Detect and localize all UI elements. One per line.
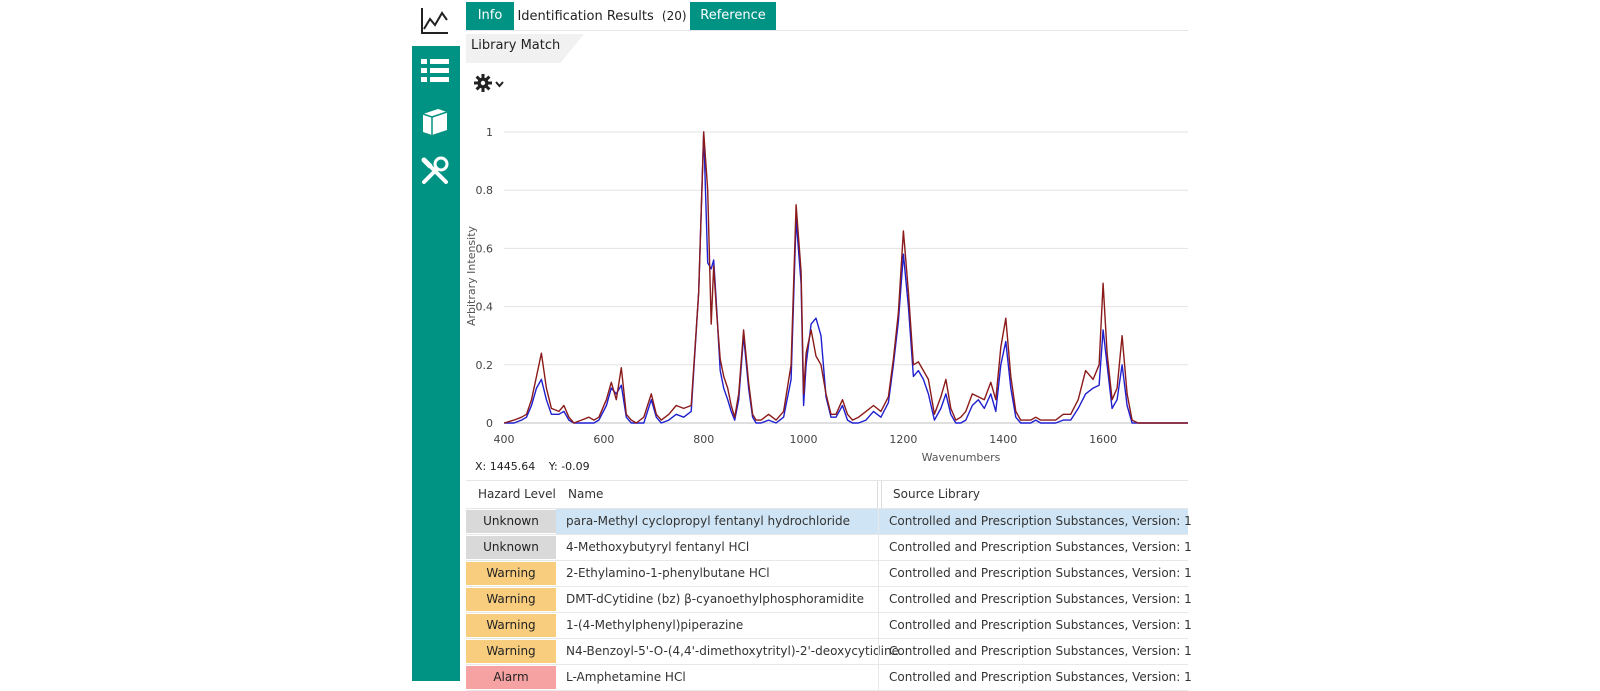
spectrum-chart-icon[interactable]: [418, 5, 452, 37]
series-line-blue: [504, 131, 1188, 424]
substance-name: DMT-dCytidine (bz) β-cyanoethylphosphora…: [566, 592, 864, 606]
results-table: Hazard Level Name Source Library Unknown…: [466, 480, 1192, 691]
subtab-label: Library Match: [471, 38, 561, 53]
substance-name: 1-(4-Methylphenyl)piperazine: [566, 618, 744, 632]
source-library: Controlled and Prescription Substances, …: [878, 665, 1192, 690]
x-tick-label: 400: [494, 433, 515, 446]
x-tick-label: 800: [693, 433, 714, 446]
tab-divider: [466, 30, 1188, 31]
x-axis-label: Wavenumbers: [922, 451, 1001, 464]
x-tick-label: 600: [593, 433, 614, 446]
table-row[interactable]: Warning DMT-dCytidine (bz) β-cyanoethylph…: [466, 587, 1192, 613]
hazard-level-badge: Alarm: [466, 666, 556, 689]
x-tick-label: 1200: [889, 433, 917, 446]
source-library: Controlled and Prescription Substances, …: [878, 639, 1192, 664]
source-library: Controlled and Prescription Substances, …: [878, 613, 1192, 638]
column-divider[interactable]: [881, 481, 882, 508]
header-source-library[interactable]: Source Library: [893, 481, 980, 507]
table-row[interactable]: Unknown 4-Methoxybutyryl fentanyl HCl Cont…: [466, 535, 1192, 561]
settings-dropdown[interactable]: [473, 73, 509, 95]
header-hazard-level[interactable]: Hazard Level: [478, 481, 556, 507]
tab-info[interactable]: Info: [466, 2, 514, 30]
hazard-level-badge: Warning: [466, 614, 556, 637]
y-tick-label: 0: [486, 417, 493, 430]
header-name[interactable]: Name: [568, 481, 603, 507]
column-divider[interactable]: [877, 481, 878, 508]
x-tick-label: 1600: [1089, 433, 1117, 446]
hazard-level-badge: Warning: [466, 562, 556, 585]
book-icon[interactable]: [420, 106, 450, 136]
substance-name: N4-Benzoyl-5'-O-(4,4'-dimethoxytrityl)-2…: [566, 644, 899, 658]
y-tick-label: 0.4: [476, 301, 494, 314]
x-tick-label: 1000: [790, 433, 818, 446]
y-tick-label: 1: [486, 126, 493, 139]
hazard-level-badge: Unknown: [466, 510, 556, 533]
table-row[interactable]: Unknown para-Methyl cyclopropyl fentanyl …: [466, 509, 1192, 535]
cursor-y: Y: -0.09: [548, 460, 590, 473]
gear-icon: [474, 74, 492, 92]
y-tick-label: 0.2: [476, 359, 494, 372]
hazard-level-badge: Warning: [466, 640, 556, 663]
hazard-level-badge: Unknown: [466, 536, 556, 559]
table-row[interactable]: Warning N4-Benzoyl-5'-O-(4,4'-dimethoxytr…: [466, 639, 1192, 665]
substance-name: 2-Ethylamino-1-phenylbutane HCl: [566, 566, 770, 580]
source-library: Controlled and Prescription Substances, …: [878, 509, 1192, 534]
source-library: Controlled and Prescription Substances, …: [878, 535, 1192, 560]
tab-identification-count: (20): [661, 9, 687, 23]
chevron-down-icon: [495, 81, 504, 88]
y-axis-label: Arbitrary Intensity: [466, 225, 478, 326]
x-tick-label: 1400: [989, 433, 1017, 446]
table-header: Hazard Level Name Source Library: [466, 480, 1188, 509]
table-row[interactable]: Warning 1-(4-Methylphenyl)piperazine Contr…: [466, 613, 1192, 639]
substance-name: para-Methyl cyclopropyl fentanyl hydroch…: [556, 509, 878, 534]
tab-reference[interactable]: Reference: [690, 2, 776, 30]
substance-name: L-Amphetamine HCl: [566, 670, 686, 684]
list-icon[interactable]: [420, 56, 450, 86]
spectrum-chart[interactable]: 0 0.2 0.4 0.6 0.8 1 400 600 800 1000 1200 1400 1600…: [466, 118, 1188, 478]
table-row[interactable]: Alarm L-Amphetamine HCl Controlled and Pre…: [466, 665, 1192, 691]
substance-name: 4-Methoxybutyryl fentanyl HCl: [566, 540, 750, 554]
sidebar: [412, 46, 460, 681]
table-row[interactable]: Warning 2-Ethylamino-1-phenylbutane HCl Co…: [466, 561, 1192, 587]
y-tick-label: 0.8: [476, 184, 494, 197]
tools-icon[interactable]: [420, 156, 450, 186]
cursor-x: X: 1445.64: [475, 460, 536, 473]
tab-identification-label: Identification Results: [517, 9, 654, 24]
y-tick-label: 0.6: [476, 242, 494, 255]
source-library: Controlled and Prescription Substances, …: [878, 587, 1192, 612]
cursor-readout: X: 1445.64 Y: -0.09: [475, 460, 600, 473]
source-library: Controlled and Prescription Substances, …: [878, 561, 1192, 586]
series-line-red: [503, 131, 1188, 424]
tab-identification-results[interactable]: Identification Results (20): [514, 2, 690, 30]
hazard-level-badge: Warning: [466, 588, 556, 611]
